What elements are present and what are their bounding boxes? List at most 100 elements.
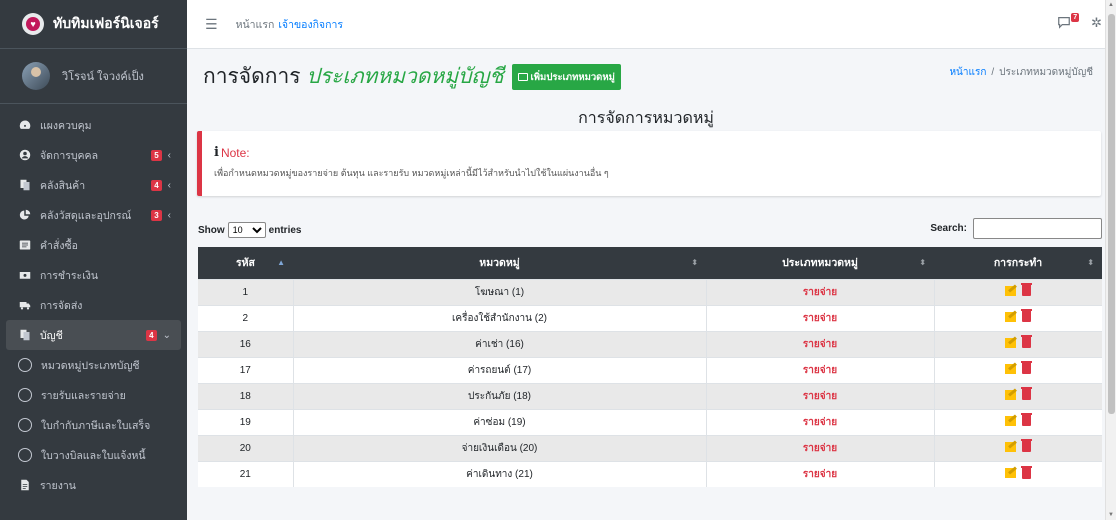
sidebar-item-5[interactable]: การชำระเงิน xyxy=(6,260,181,290)
sidebar-item-1[interactable]: จัดการบุคคล 5 ‹ xyxy=(6,140,181,170)
sidebar-item-7[interactable]: บัญชี 4 ⌄ xyxy=(6,320,181,350)
sidebar-subitem-1[interactable]: รายรับและรายจ่าย xyxy=(6,380,181,410)
breadcrumb: หน้าแรก / ประเภทหมวดหมู่บัญชี xyxy=(949,65,1093,80)
trash-icon[interactable] xyxy=(1021,439,1033,453)
cell-category: ค่าซ่อม (19) xyxy=(292,408,706,435)
table-row: 2 เครื่องใช้สำนักงาน (2) รายจ่าย xyxy=(198,304,1102,331)
circle-icon xyxy=(18,418,32,432)
search-input[interactable] xyxy=(973,218,1102,239)
cell-id: 17 xyxy=(198,356,293,383)
nav-home-link[interactable]: หน้าแรก xyxy=(236,16,275,33)
cell-type: รายจ่าย xyxy=(705,408,934,435)
edit-icon[interactable] xyxy=(1005,285,1017,296)
cell-actions xyxy=(933,304,1102,331)
table-row: 21 ค่าเดินทาง (21) รายจ่าย xyxy=(198,460,1102,487)
cell-id: 1 xyxy=(198,278,293,305)
column-header-actions[interactable]: การกระทำ ⬍ xyxy=(934,247,1102,279)
edit-icon[interactable] xyxy=(1005,311,1017,322)
sidebar-item-badge: 3 xyxy=(151,209,162,221)
cell-actions xyxy=(933,356,1102,383)
cell-actions xyxy=(933,330,1102,357)
nav-owner-link[interactable]: เจ้าของกิจการ xyxy=(278,16,343,33)
sidebar-item-badge: 4 xyxy=(151,179,162,191)
categories-table: รหัส ▲ หมวดหมู่ ⬍ ประเภทหมวดหมู่ ⬍ การกระทำ… xyxy=(198,247,1102,487)
trash-icon[interactable] xyxy=(1021,413,1033,427)
breadcrumb-home[interactable]: หน้าแรก xyxy=(949,67,986,78)
brand-link[interactable]: ♥ ทับทิมเฟอร์นิเจอร์ xyxy=(0,0,187,49)
edit-icon[interactable] xyxy=(1005,363,1017,374)
trash-icon[interactable] xyxy=(1021,283,1033,297)
sidebar: ♥ ทับทิมเฟอร์นิเจอร์ วิโรจน์ ใจวงค์เป็ง … xyxy=(0,0,187,520)
sidebar-item-report[interactable]: รายงาน xyxy=(6,470,181,500)
search-label: Search: xyxy=(930,223,967,234)
pie-chart-icon xyxy=(18,208,32,222)
table-row: 16 ค่าเช่า (16) รายจ่าย xyxy=(198,330,1102,357)
sidebar-item-badge: 5 xyxy=(151,149,162,161)
settings-gear-icon[interactable]: ✲ xyxy=(1091,15,1102,31)
sidebar-item-label: จัดการบุคคล xyxy=(40,149,99,162)
table-row: 18 ประกันภัย (18) รายจ่าย xyxy=(198,382,1102,409)
trash-icon[interactable] xyxy=(1021,361,1033,375)
sidebar-subitem-0[interactable]: หมวดหมู่ประเภทบัญชี xyxy=(6,350,181,380)
datatable-controls: Show 10 entries Search: xyxy=(198,218,1102,242)
page-length-select[interactable]: 10 xyxy=(227,222,266,238)
messages-badge: 7 xyxy=(1071,13,1080,22)
chevron-icon: ‹ xyxy=(167,179,171,191)
cell-id: 18 xyxy=(198,382,293,409)
sidebar-subitem-2[interactable]: ใบกำกับภาษีและใบเสร็จ xyxy=(6,410,181,440)
user-circle-icon xyxy=(18,148,32,162)
cell-actions xyxy=(933,434,1102,461)
money-icon xyxy=(18,268,32,282)
cell-category: ค่ารถยนต์ (17) xyxy=(292,356,706,383)
cell-category: โฆษณา (1) xyxy=(292,278,706,305)
add-category-type-button[interactable]: เพิ่มประเภทหมวดหมู่ xyxy=(511,63,621,90)
scroll-down-arrow-icon[interactable]: ▼ xyxy=(1108,512,1114,518)
note-header: i Note: xyxy=(214,145,1089,160)
sidebar-item-3[interactable]: คลังวัสดุและอุปกรณ์ 3 ‹ xyxy=(6,200,181,230)
circle-icon xyxy=(18,388,32,402)
top-navbar: ☰ หน้าแรก เจ้าของกิจการ 7 ✲ xyxy=(187,0,1116,49)
menu-toggle-icon[interactable]: ☰ xyxy=(205,16,218,33)
cell-category: เครื่องใช้สำนักงาน (2) xyxy=(292,304,706,331)
chevron-icon: ‹ xyxy=(167,209,171,221)
sidebar-item-4[interactable]: คำสั่งซื้อ xyxy=(6,230,181,260)
trash-icon[interactable] xyxy=(1021,335,1033,349)
cell-id: 21 xyxy=(198,460,293,487)
sort-icon: ⬍ xyxy=(919,258,926,267)
sidebar-item-6[interactable]: การจัดส่ง xyxy=(6,290,181,320)
sidebar-item-0[interactable]: แผงควบคุม xyxy=(6,110,181,140)
edit-icon[interactable] xyxy=(1005,337,1017,348)
column-header-category[interactable]: หมวดหมู่ ⬍ xyxy=(293,247,706,279)
cell-category: ค่าเดินทาง (21) xyxy=(292,460,706,487)
messages-icon[interactable]: 7 xyxy=(1057,13,1080,31)
sort-asc-icon: ▲ xyxy=(277,258,285,267)
scroll-up-arrow-icon[interactable]: ▲ xyxy=(1108,2,1114,8)
trash-icon[interactable] xyxy=(1021,465,1033,479)
column-header-type[interactable]: ประเภทหมวดหมู่ ⬍ xyxy=(706,247,934,279)
trash-icon[interactable] xyxy=(1021,387,1033,401)
edit-icon[interactable] xyxy=(1005,389,1017,400)
sidebar-item-label: แผงควบคุม xyxy=(40,119,92,132)
cell-actions xyxy=(933,382,1102,409)
trash-icon[interactable] xyxy=(1021,309,1033,323)
add-button-label: เพิ่มประเภทหมวดหมู่ xyxy=(530,71,615,83)
cell-id: 2 xyxy=(198,304,293,331)
cell-type: รายจ่าย xyxy=(705,434,934,461)
chevron-icon: ⌄ xyxy=(162,329,171,341)
user-panel[interactable]: วิโรจน์ ใจวงค์เป็ง xyxy=(0,49,187,104)
sidebar-item-label: บัญชี xyxy=(40,329,63,342)
edit-icon[interactable] xyxy=(1005,441,1017,452)
sidebar-nav: แผงควบคุม จัดการบุคคล 5 ‹ คลังสินค้า 4 ‹ คลังวั… xyxy=(0,104,187,500)
edit-icon[interactable] xyxy=(1005,468,1017,478)
sidebar-item-label: คำสั่งซื้อ xyxy=(40,239,78,252)
page-scrollbar[interactable]: ▲ ▼ xyxy=(1105,0,1116,520)
info-icon: i xyxy=(214,145,219,160)
sort-icon: ⬍ xyxy=(691,258,698,267)
edit-icon[interactable] xyxy=(1005,415,1017,426)
sidebar-item-label: การชำระเงิน xyxy=(40,269,99,282)
cell-type: รายจ่าย xyxy=(705,330,934,357)
scrollbar-thumb[interactable] xyxy=(1108,14,1115,414)
sidebar-item-2[interactable]: คลังสินค้า 4 ‹ xyxy=(6,170,181,200)
column-header-id[interactable]: รหัส ▲ xyxy=(198,247,293,279)
sidebar-subitem-3[interactable]: ใบวางบิลและใบแจ้งหนี้ xyxy=(6,440,181,470)
